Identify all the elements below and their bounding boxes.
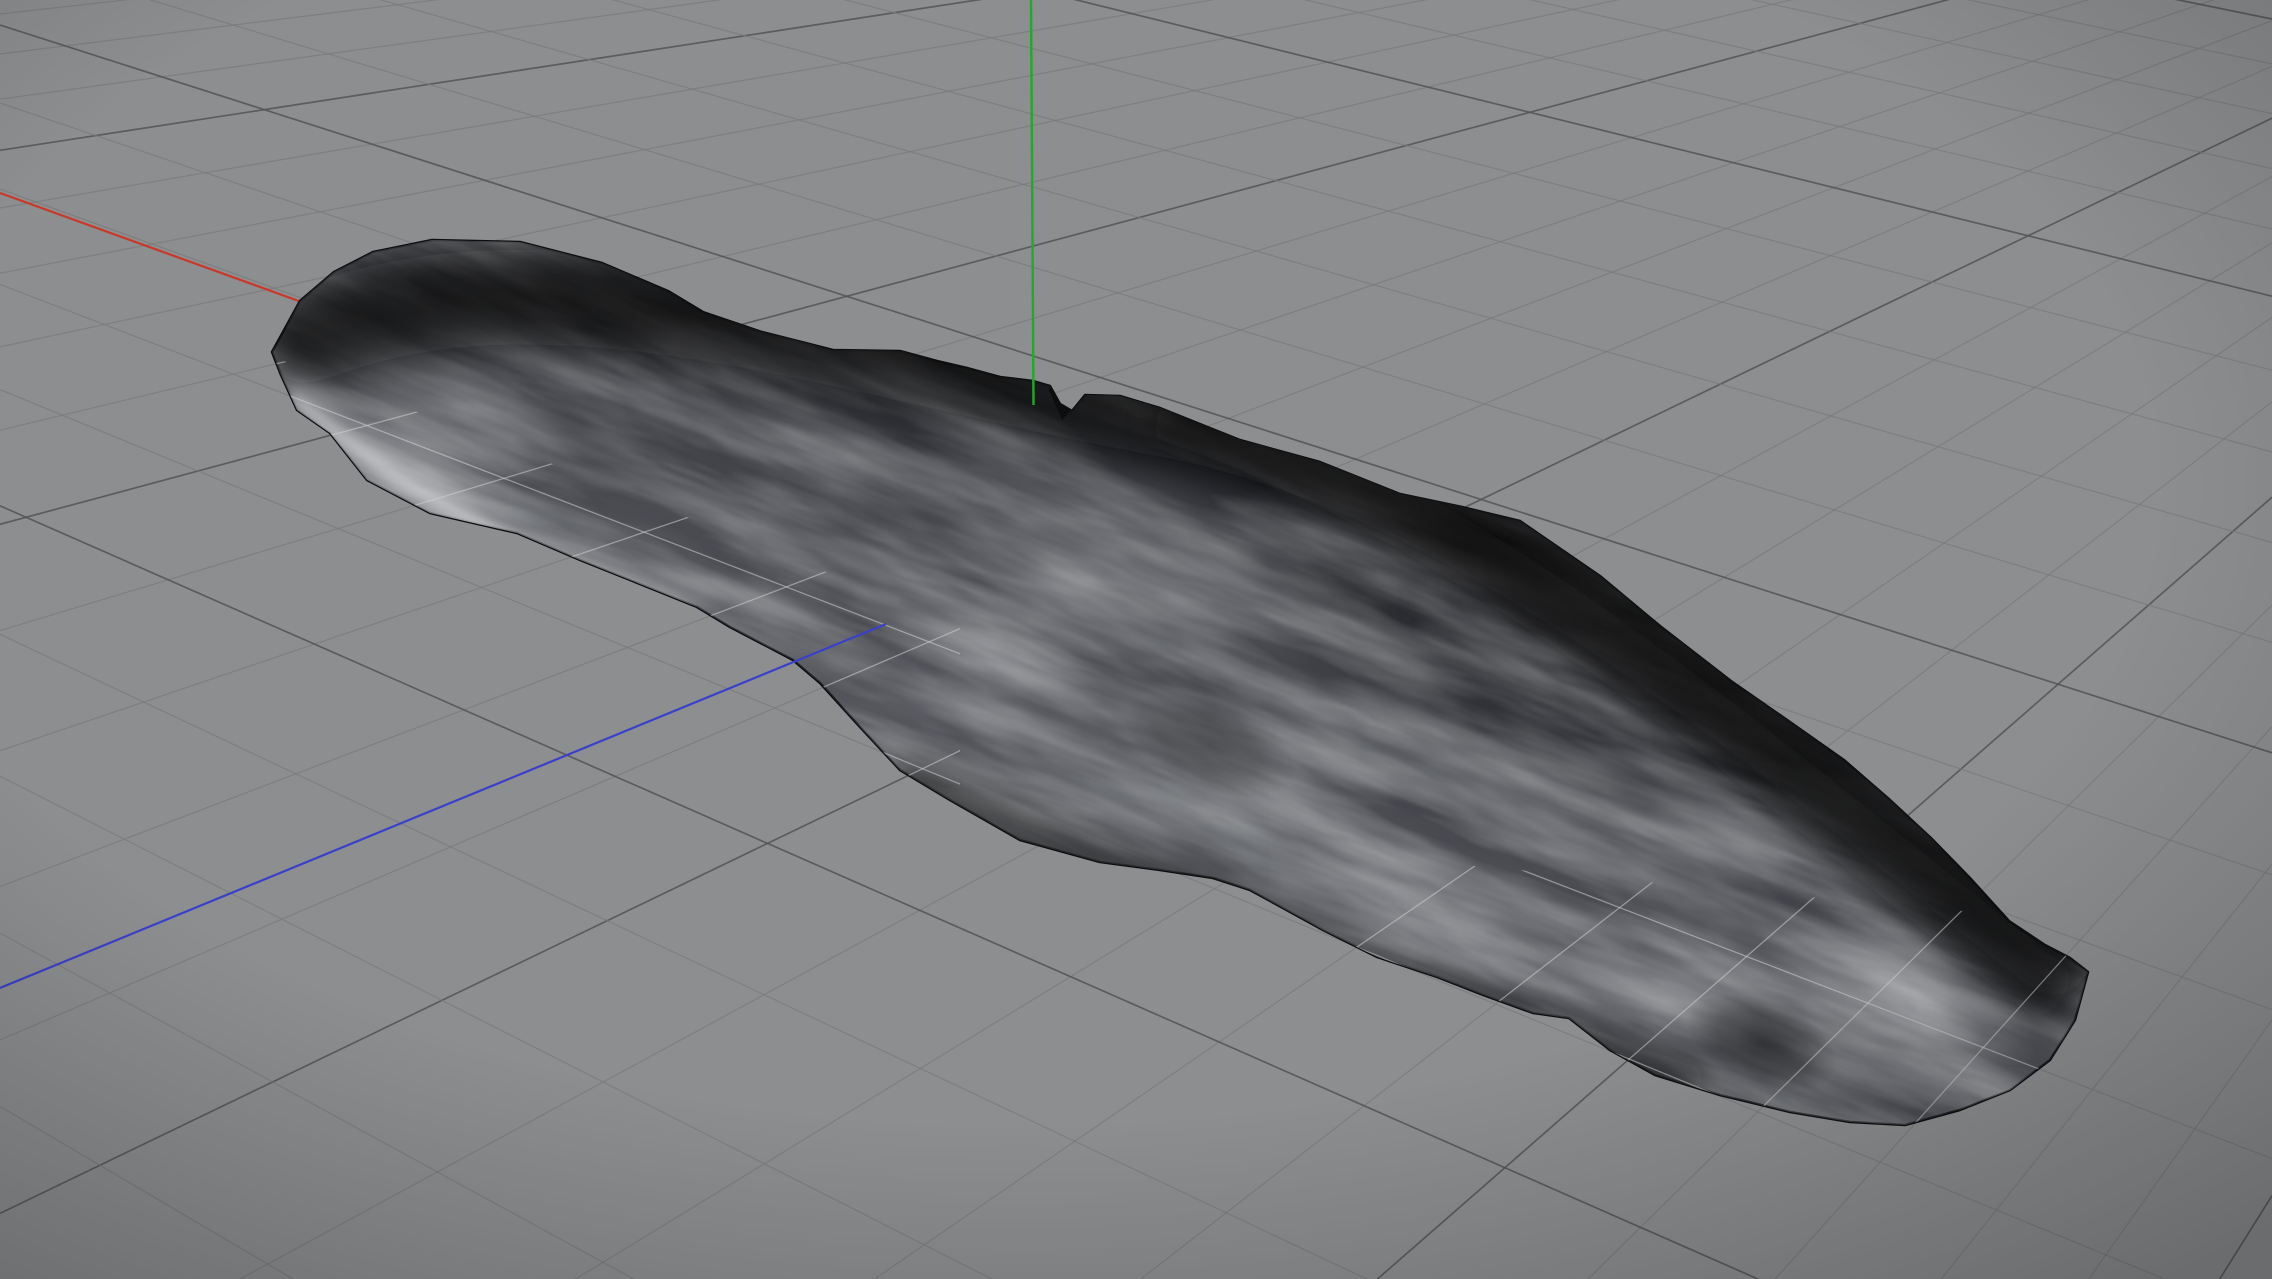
3d-viewport[interactable] [0,0,2272,1279]
viewport-vignette [0,0,2272,1279]
